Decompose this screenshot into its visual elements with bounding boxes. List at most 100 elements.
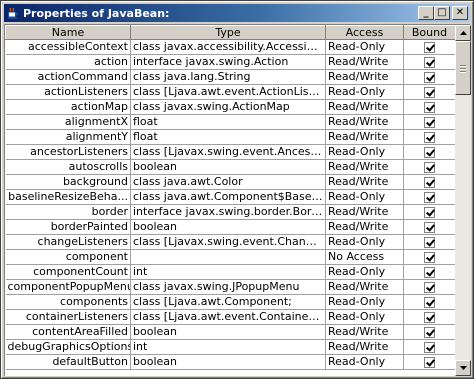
table-row[interactable]: baselineResizeBeha... class java.awt.Comp… bbox=[5, 189, 455, 205]
table-row[interactable]: componentCount int Read-Only bbox=[5, 264, 455, 280]
scroll-up-button[interactable] bbox=[455, 25, 471, 41]
bound-checkbox[interactable] bbox=[424, 296, 435, 308]
table-row[interactable]: componentPopupMenu class javax.swing.JPop… bbox=[5, 279, 455, 295]
title-bar[interactable]: Properties of JavaBean: _ □ ✕ bbox=[4, 4, 470, 22]
property-name-cell[interactable]: components bbox=[5, 294, 131, 310]
column-header-name[interactable]: Name bbox=[5, 25, 131, 40]
bound-checkbox[interactable] bbox=[424, 56, 435, 68]
property-name-cell[interactable]: componentPopupMenu bbox=[5, 279, 131, 295]
bound-checkbox[interactable] bbox=[424, 161, 435, 173]
table-row[interactable]: autoscrolls boolean Read/Write bbox=[5, 159, 455, 175]
property-access-cell[interactable]: Read/Write bbox=[325, 114, 404, 130]
property-type-cell[interactable]: class [Ljava.awt.Component; bbox=[130, 294, 326, 310]
column-header-type[interactable]: Type bbox=[130, 25, 326, 40]
property-name-cell[interactable]: defaultButton bbox=[5, 354, 131, 370]
property-access-cell[interactable]: Read-Only bbox=[325, 354, 404, 370]
property-access-cell[interactable]: Read-Only bbox=[325, 144, 404, 160]
property-access-cell[interactable]: Read/Write bbox=[325, 99, 404, 115]
column-header-access[interactable]: Access bbox=[325, 25, 404, 40]
property-type-cell[interactable]: float bbox=[130, 114, 326, 130]
property-type-cell[interactable]: class java.awt.Component$Baselin... bbox=[130, 189, 326, 205]
scroll-down-button[interactable] bbox=[455, 360, 471, 376]
table-row[interactable]: action interface javax.swing.Action Read/W… bbox=[5, 54, 455, 70]
bound-checkbox[interactable] bbox=[424, 206, 435, 218]
property-type-cell[interactable]: class [Ljava.awt.event.ActionListener; bbox=[130, 84, 326, 100]
bound-checkbox[interactable] bbox=[424, 236, 435, 248]
property-access-cell[interactable]: Read/Write bbox=[325, 279, 404, 295]
property-access-cell[interactable]: Read/Write bbox=[325, 159, 404, 175]
table-row[interactable]: defaultButton boolean Read-Only bbox=[5, 354, 455, 370]
property-access-cell[interactable]: Read-Only bbox=[325, 39, 404, 55]
table-row[interactable]: alignmentY float Read/Write bbox=[5, 129, 455, 145]
table-row[interactable]: background class java.awt.Color Read/Write bbox=[5, 174, 455, 190]
table-row[interactable]: border interface javax.swing.border.Borde… bbox=[5, 204, 455, 220]
bound-checkbox[interactable] bbox=[424, 191, 435, 203]
property-access-cell[interactable]: Read-Only bbox=[325, 234, 404, 250]
minimize-button[interactable]: _ bbox=[418, 6, 434, 20]
table-row[interactable]: actionCommand class java.lang.String Read/… bbox=[5, 69, 455, 85]
table-row[interactable]: changeListeners class [Ljavax.swing.event… bbox=[5, 234, 455, 250]
property-name-cell[interactable]: border bbox=[5, 204, 131, 220]
bound-checkbox[interactable] bbox=[424, 176, 435, 188]
bound-checkbox[interactable] bbox=[424, 311, 435, 323]
property-type-cell[interactable]: int bbox=[130, 339, 326, 355]
property-access-cell[interactable]: Read/Write bbox=[325, 324, 404, 340]
table-scroll-pane[interactable]: Name Type Access Bound accessibleContext… bbox=[4, 24, 471, 376]
property-name-cell[interactable]: contentAreaFilled bbox=[5, 324, 131, 340]
property-name-cell[interactable]: alignmentY bbox=[5, 129, 131, 145]
table-row[interactable]: containerListeners class [Ljava.awt.event… bbox=[5, 309, 455, 325]
property-access-cell[interactable]: Read/Write bbox=[325, 339, 404, 355]
property-access-cell[interactable]: Read/Write bbox=[325, 219, 404, 235]
table-row[interactable]: ancestorListeners class [Ljavax.swing.eve… bbox=[5, 144, 455, 160]
property-type-cell[interactable]: boolean bbox=[130, 354, 326, 370]
property-name-cell[interactable]: accessibleContext bbox=[5, 39, 131, 55]
property-type-cell[interactable]: class [Ljavax.swing.event.ChangeL... bbox=[130, 234, 326, 250]
property-access-cell[interactable]: Read/Write bbox=[325, 204, 404, 220]
property-type-cell[interactable]: class [Ljavax.swing.event.Ancestor... bbox=[130, 144, 326, 160]
scroll-thumb[interactable] bbox=[455, 41, 471, 95]
property-type-cell[interactable]: boolean bbox=[130, 159, 326, 175]
property-name-cell[interactable]: borderPainted bbox=[5, 219, 131, 235]
property-type-cell[interactable] bbox=[130, 249, 326, 265]
property-name-cell[interactable]: component bbox=[5, 249, 131, 265]
property-type-cell[interactable]: class java.awt.Color bbox=[130, 174, 326, 190]
property-type-cell[interactable]: interface javax.swing.Action bbox=[130, 54, 326, 70]
close-button[interactable]: ✕ bbox=[452, 6, 468, 20]
bound-checkbox[interactable] bbox=[424, 266, 435, 278]
property-access-cell[interactable]: Read-Only bbox=[325, 309, 404, 325]
bound-checkbox[interactable] bbox=[424, 71, 435, 83]
property-type-cell[interactable]: class javax.swing.ActionMap bbox=[130, 99, 326, 115]
table-row[interactable]: borderPainted boolean Read/Write bbox=[5, 219, 455, 235]
bound-checkbox[interactable] bbox=[424, 131, 435, 143]
property-type-cell[interactable]: float bbox=[130, 129, 326, 145]
property-access-cell[interactable]: No Access bbox=[325, 249, 404, 265]
table-row[interactable]: debugGraphicsOptions int Read/Write bbox=[5, 339, 455, 355]
bound-checkbox[interactable] bbox=[424, 356, 435, 368]
bound-checkbox[interactable] bbox=[424, 86, 435, 98]
property-name-cell[interactable]: background bbox=[5, 174, 131, 190]
property-name-cell[interactable]: ancestorListeners bbox=[5, 144, 131, 160]
property-name-cell[interactable]: componentCount bbox=[5, 264, 131, 280]
property-name-cell[interactable]: actionMap bbox=[5, 99, 131, 115]
table-row[interactable]: alignmentX float Read/Write bbox=[5, 114, 455, 130]
property-name-cell[interactable]: alignmentX bbox=[5, 114, 131, 130]
bound-checkbox[interactable] bbox=[424, 101, 435, 113]
property-access-cell[interactable]: Read-Only bbox=[325, 189, 404, 205]
property-name-cell[interactable]: actionListeners bbox=[5, 84, 131, 100]
bound-checkbox[interactable] bbox=[424, 116, 435, 128]
bound-checkbox[interactable] bbox=[424, 281, 435, 293]
table-row[interactable]: actionMap class javax.swing.ActionMap Read… bbox=[5, 99, 455, 115]
property-access-cell[interactable]: Read/Write bbox=[325, 174, 404, 190]
property-access-cell[interactable]: Read-Only bbox=[325, 84, 404, 100]
bound-checkbox[interactable] bbox=[424, 41, 435, 53]
property-type-cell[interactable]: class [Ljava.awt.event.ContainerLis... bbox=[130, 309, 326, 325]
property-name-cell[interactable]: action bbox=[5, 54, 131, 70]
property-type-cell[interactable]: class javax.swing.JPopupMenu bbox=[130, 279, 326, 295]
property-access-cell[interactable]: Read/Write bbox=[325, 54, 404, 70]
bound-checkbox[interactable] bbox=[424, 251, 435, 263]
property-type-cell[interactable]: boolean bbox=[130, 219, 326, 235]
property-type-cell[interactable]: class javax.accessibility.AccessibleC bbox=[130, 39, 326, 55]
property-name-cell[interactable]: changeListeners bbox=[5, 234, 131, 250]
property-name-cell[interactable]: autoscrolls bbox=[5, 159, 131, 175]
property-name-cell[interactable]: actionCommand bbox=[5, 69, 131, 85]
